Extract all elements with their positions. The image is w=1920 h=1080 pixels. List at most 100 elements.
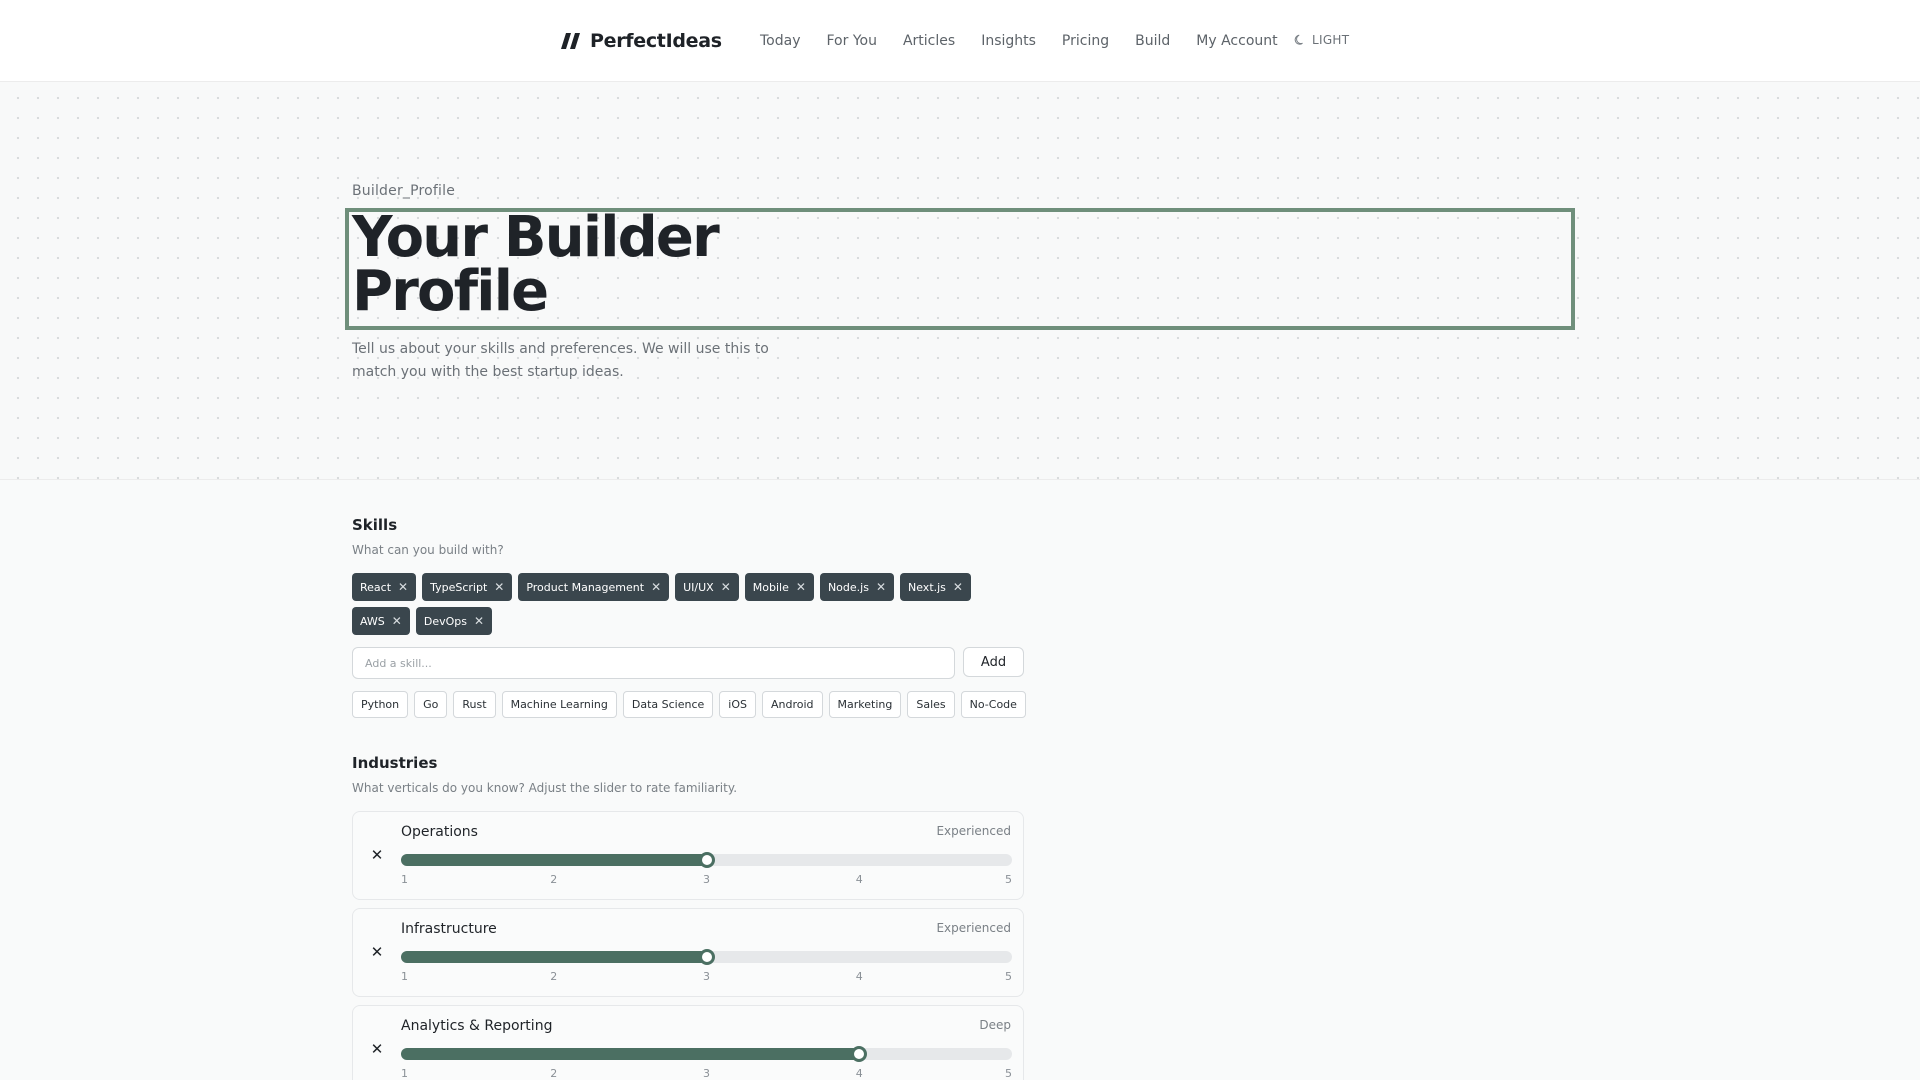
industry-card: ✕ Operations Experienced 1 2 3 4 5	[352, 811, 1024, 900]
skill-chip: Product Management ✕	[518, 573, 670, 601]
slider-scale-label: 2	[550, 1067, 558, 1080]
nav-link-my-account[interactable]: My Account	[1196, 33, 1277, 49]
familiarity-slider[interactable]	[401, 949, 1012, 965]
skill-chip: Next.js ✕	[900, 573, 971, 601]
suggestion-chip-android[interactable]: Android	[762, 691, 823, 718]
slider-scale-label: 5	[1005, 970, 1012, 983]
industry-name: Analytics & Reporting	[401, 1018, 553, 1034]
close-icon[interactable]: ✕	[876, 581, 886, 593]
skill-chip: DevOps ✕	[415, 607, 493, 635]
slider-scale-label: 1	[401, 1067, 408, 1080]
close-icon[interactable]: ✕	[370, 1040, 384, 1058]
skill-chip-label: Node.js	[827, 580, 869, 594]
nav-link-pricing[interactable]: Pricing	[1062, 33, 1109, 49]
skill-chip-label: AWS	[360, 614, 385, 628]
slider-scale: 1 2 3 4 5	[401, 873, 1012, 887]
skills-section-title: Skills	[352, 516, 398, 534]
suggestion-chip-data-science[interactable]: Data Science	[622, 691, 714, 718]
industry-name: Infrastructure	[401, 921, 497, 937]
page-eyebrow: Builder_Profile	[352, 183, 456, 199]
page-subtitle: Tell us about your skills and preference…	[352, 341, 769, 380]
industry-level: Experienced	[936, 921, 1011, 935]
skill-chip-label: TypeScript	[430, 580, 488, 594]
close-icon[interactable]: ✕	[494, 581, 504, 593]
suggestion-chip-sales[interactable]: Sales	[907, 691, 955, 718]
slider-thumb[interactable]	[698, 852, 715, 868]
page-title: Your Builder Profile	[352, 205, 720, 324]
skill-chip: UI/UX ✕	[675, 573, 739, 601]
top-navigation-bar: PerfectIdeas Today For You Articles Insi…	[0, 0, 1920, 82]
add-skill-input[interactable]	[352, 647, 955, 679]
main-nav: Today For You Articles Insights Pricing …	[760, 29, 1304, 53]
industries-section-title: Industries	[352, 754, 438, 772]
slider-thumb[interactable]	[851, 1046, 868, 1062]
slider-scale-label: 3	[703, 970, 710, 983]
skills-section-subtitle: What can you build with?	[352, 543, 504, 557]
industry-card: ✕ Analytics & Reporting Deep 1 2 3 4 5	[352, 1005, 1024, 1080]
suggestion-chip-python[interactable]: Python	[352, 691, 409, 718]
nav-link-insights[interactable]: Insights	[981, 33, 1036, 49]
suggestion-chip-ios[interactable]: iOS	[719, 691, 756, 718]
slider-fill	[401, 854, 707, 866]
slider-scale-label: 3	[703, 873, 710, 886]
slider-fill	[401, 1048, 860, 1060]
slider-scale-label: 5	[1005, 1067, 1012, 1080]
moon-icon	[1294, 34, 1303, 45]
brand-mark-icon	[561, 33, 580, 49]
nav-link-for-you[interactable]: For You	[827, 33, 877, 49]
industry-card: ✕ Infrastructure Experienced 1 2 3 4 5	[352, 908, 1024, 997]
close-icon[interactable]: ✕	[392, 615, 402, 627]
skill-chip: Mobile ✕	[744, 573, 814, 601]
industry-level: Deep	[979, 1018, 1011, 1032]
theme-toggle-label: LIGHT	[1312, 33, 1350, 47]
suggestion-chip-no-code[interactable]: No-Code	[960, 691, 1026, 718]
slider-fill	[401, 951, 707, 963]
industries-section-subtitle: What verticals do you know? Adjust the s…	[352, 781, 738, 795]
brand-logo-link[interactable]: PerfectIdeas	[560, 27, 722, 55]
slider-scale-label: 2	[550, 873, 558, 886]
close-icon[interactable]: ✕	[721, 581, 731, 593]
skill-chip-label: Product Management	[526, 580, 645, 594]
selected-skills-list: React ✕ TypeScript ✕ Product Management ✕ U…	[352, 573, 1032, 635]
suggestion-chip-rust[interactable]: Rust	[453, 691, 496, 718]
industry-level: Experienced	[936, 824, 1011, 838]
brand-name: PerfectIdeas	[590, 30, 722, 52]
familiarity-slider[interactable]	[401, 1046, 1012, 1062]
suggestion-chip-marketing[interactable]: Marketing	[828, 691, 902, 718]
familiarity-slider[interactable]	[401, 852, 1012, 868]
slider-scale: 1 2 3 4 5	[401, 970, 1012, 984]
slider-scale-label: 5	[1005, 873, 1012, 886]
nav-link-build[interactable]: Build	[1135, 33, 1170, 49]
close-icon[interactable]: ✕	[370, 846, 384, 864]
skill-chip-label: Mobile	[752, 580, 789, 594]
nav-link-today[interactable]: Today	[760, 33, 801, 49]
skill-suggestions: Python Go Rust Machine Learning Data Sci…	[352, 691, 1052, 718]
close-icon[interactable]: ✕	[953, 581, 963, 593]
industry-name: Operations	[401, 824, 478, 840]
close-icon[interactable]: ✕	[474, 615, 484, 627]
close-icon[interactable]: ✕	[398, 581, 408, 593]
slider-scale-label: 1	[401, 873, 408, 886]
skill-chip: Node.js ✕	[819, 573, 894, 601]
slider-scale-label: 1	[401, 970, 408, 983]
slider-scale-label: 4	[855, 873, 863, 886]
skill-chip: AWS ✕	[352, 607, 410, 635]
theme-toggle-button[interactable]: LIGHT	[1294, 31, 1349, 49]
close-icon[interactable]: ✕	[651, 581, 661, 593]
slider-scale-label: 4	[855, 1067, 863, 1080]
slider-scale-label: 4	[855, 970, 863, 983]
close-icon[interactable]: ✕	[796, 581, 806, 593]
slider-thumb[interactable]	[698, 949, 715, 965]
skill-chip-label: Next.js	[908, 580, 946, 594]
skill-chip: React ✕	[352, 573, 417, 601]
skill-chip-label: UI/UX	[683, 580, 714, 594]
slider-scale-label: 3	[703, 1067, 710, 1080]
nav-link-articles[interactable]: Articles	[903, 33, 955, 49]
slider-scale: 1 2 3 4 5	[401, 1067, 1012, 1080]
suggestion-chip-machine-learning[interactable]: Machine Learning	[501, 691, 617, 718]
skill-chip-label: DevOps	[423, 614, 467, 628]
add-skill-button[interactable]: Add	[963, 647, 1024, 677]
skill-chip-label: React	[360, 580, 392, 594]
close-icon[interactable]: ✕	[370, 943, 384, 961]
suggestion-chip-go[interactable]: Go	[414, 691, 448, 718]
